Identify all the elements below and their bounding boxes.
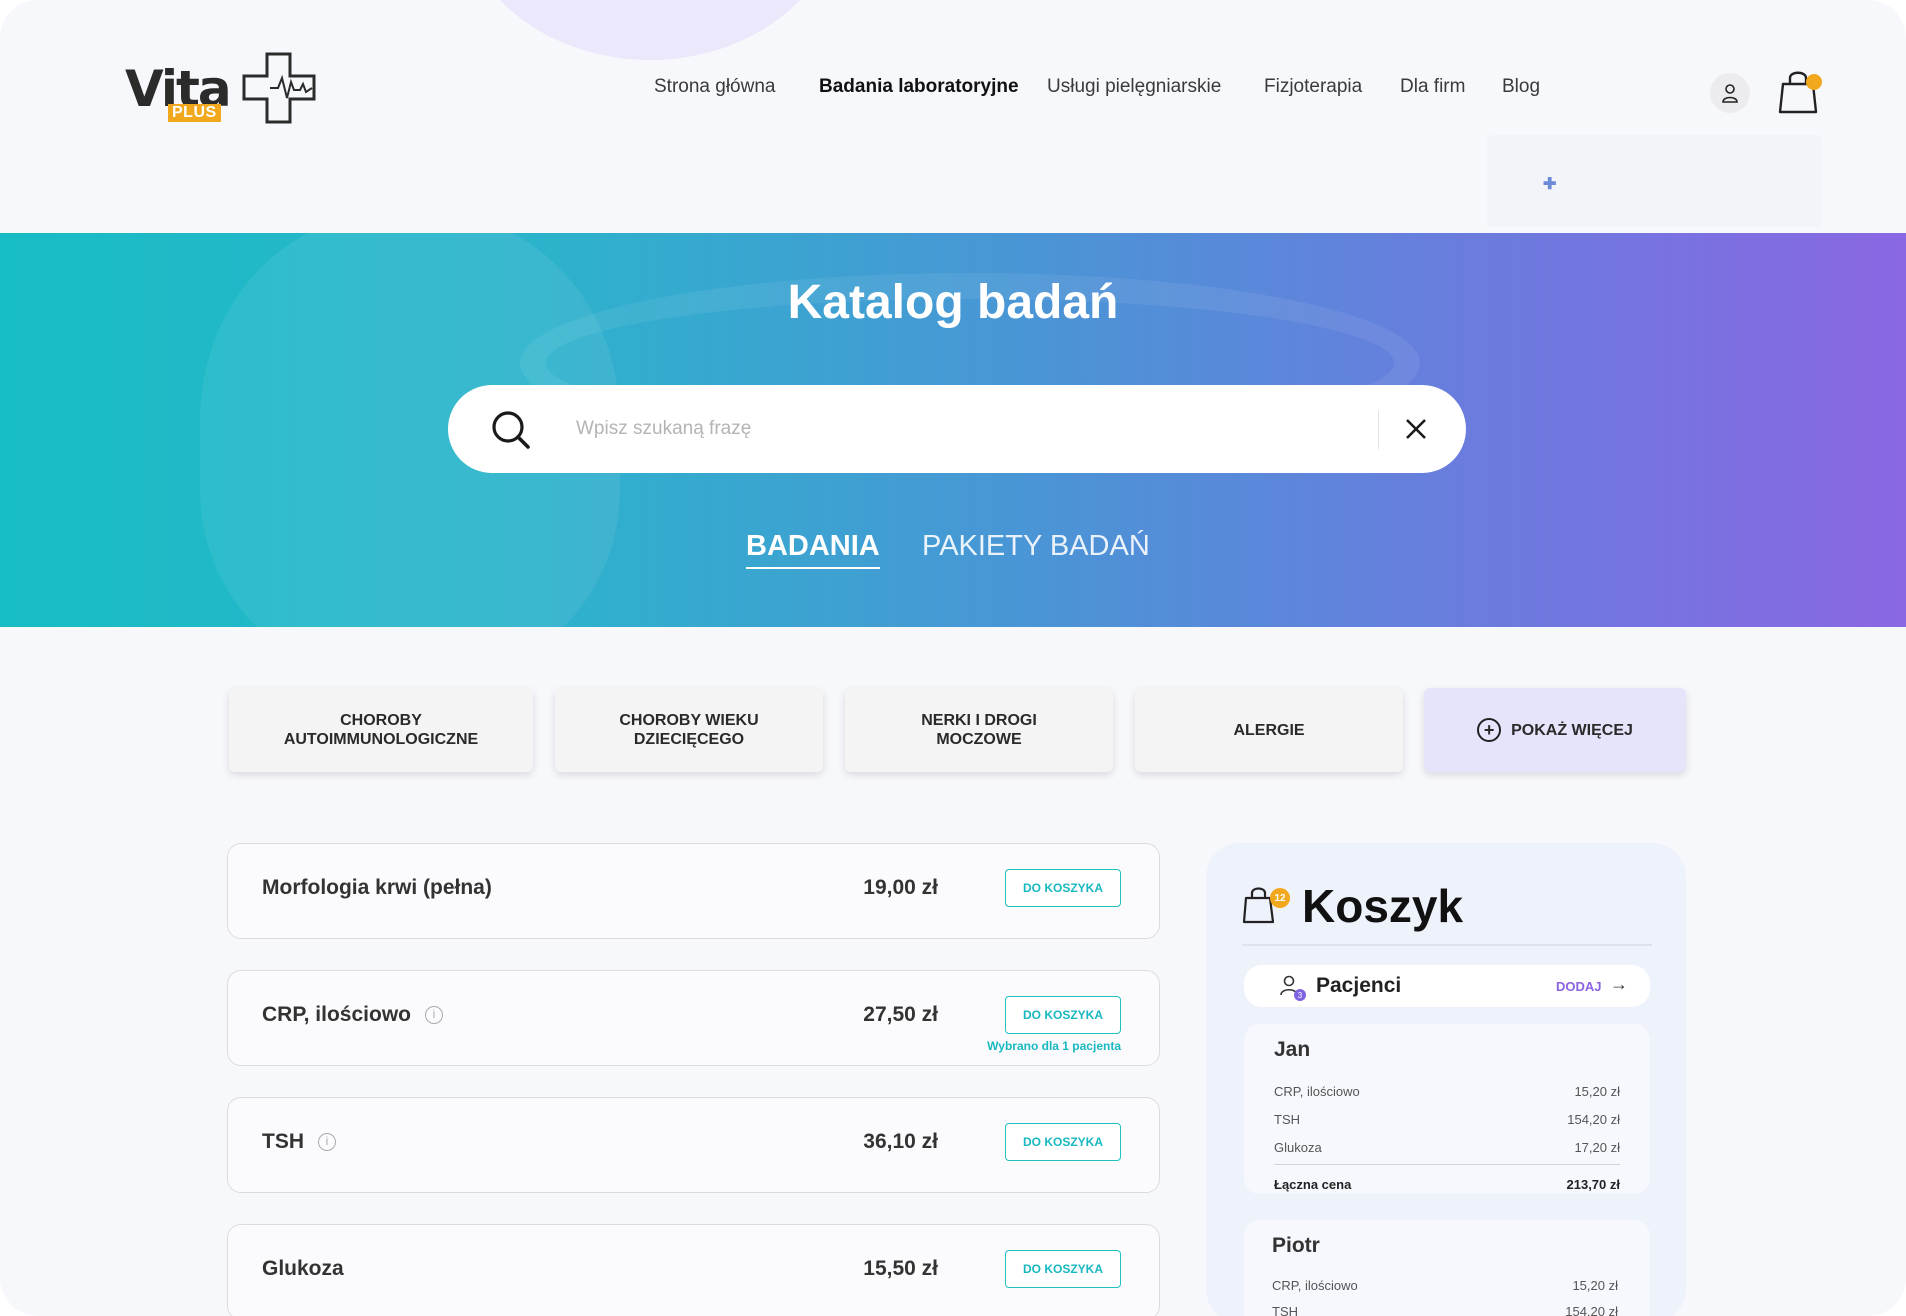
add-to-cart-button[interactable]: DO KOSZYKA [1005,869,1121,907]
cart-line-price: 154,20 zł [1567,1112,1620,1127]
background-blob [455,0,845,60]
category-label: ALERGIE [1233,721,1305,739]
show-more-label: POKAŻ WIĘCEJ [1511,721,1633,739]
category-kidneys[interactable]: NERKI I DROGI MOCZOWE [845,688,1113,772]
test-name[interactable]: Morfologia krwi (pełna) [262,876,492,900]
test-price: 19,00 zł [863,876,938,899]
cart-line-price: 15,20 zł [1574,1084,1620,1099]
patients-bar: 3 Pacjenci DODAJ → [1244,965,1650,1007]
page: Vita PLUS Strona główna Badania laborato… [0,0,1906,1316]
patients-count-badge: 3 [1294,989,1306,1001]
patient-name: Jan [1274,1038,1311,1061]
nav-item-lab-tests[interactable]: Badania laboratoryjne [819,76,1019,98]
cart-line-name: TSH [1274,1112,1300,1127]
nav-item-nursing[interactable]: Usługi pielęgniarskie [1047,76,1221,98]
logo-sub: PLUS [168,104,221,122]
cart-notification-dot [1806,74,1822,90]
main-nav: Strona główna Badania laboratoryjne Usłu… [0,76,1906,100]
test-name[interactable]: TSH i [262,1130,336,1154]
test-price: 27,50 zł [863,1003,938,1026]
empty-panel [1487,135,1822,227]
clear-search-button[interactable] [1398,411,1434,447]
cart-line-name: Glukoza [1274,1140,1322,1155]
patients-label: Pacjenci [1316,974,1402,997]
add-to-cart-button[interactable]: DO KOSZYKA [1005,1250,1121,1288]
category-label: AUTOIMMUNOLOGICZNE [283,731,479,748]
list-item: Glukoza 15,50 zł DO KOSZYKA [227,1224,1160,1316]
category-label: MOCZOWE [936,731,1022,748]
selection-note: Wybrano dla 1 pacjenta [987,1039,1121,1053]
list-item: Morfologia krwi (pełna) 19,00 zł DO KOSZ… [227,843,1160,939]
hero-banner: Katalog badań BADANIA PAKIETY BADAŃ [0,233,1906,627]
test-name-text: TSH [262,1130,304,1153]
show-more-button[interactable]: + POKAŻ WIĘCEJ [1424,688,1686,772]
cart-count-badge: 12 [1270,888,1290,908]
patient-name: Piotr [1272,1234,1320,1257]
test-name-text: CRP, ilościowo [262,1003,411,1026]
tab-test-packages[interactable]: PAKIETY BADAŃ [922,530,1150,563]
cart-line-price: 15,20 zł [1572,1278,1618,1293]
shopping-bag-icon [1242,887,1275,924]
patient-card: Jan CRP, ilościowo 15,20 zł TSH 154,20 zł … [1244,1024,1650,1194]
arrow-right-icon[interactable]: → [1610,974,1628,995]
search-input[interactable] [576,411,1276,447]
cart-line: CRP, ilościowo 15,20 zł [1274,1084,1620,1100]
cart-title: Koszyk [1302,880,1464,932]
list-item: TSH i 36,10 zł DO KOSZYKA [227,1097,1160,1193]
test-price: 15,50 zł [863,1257,938,1280]
category-label: DZIECIĘCEGO [633,731,745,748]
cart-line-price: 17,20 zł [1574,1140,1620,1155]
category-allergies[interactable]: ALERGIE [1135,688,1403,772]
test-price: 36,10 zł [863,1130,938,1153]
cart-line-price: 154,20 zł [1565,1304,1618,1316]
category-label: CHOROBY [340,712,422,729]
nav-item-home[interactable]: Strona główna [654,76,775,98]
cart-line: TSH 154,20 zł [1272,1304,1618,1316]
add-to-cart-button[interactable]: DO KOSZYKA [1005,1123,1121,1161]
search-bar [448,385,1466,473]
category-label: NERKI I DROGI [921,712,1037,729]
nav-item-blog[interactable]: Blog [1502,76,1540,98]
test-name[interactable]: Glukoza [262,1257,344,1281]
add-patient-button[interactable]: DODAJ [1556,979,1602,994]
cart-line-name: CRP, ilościowo [1272,1278,1358,1293]
info-icon[interactable]: i [318,1133,336,1152]
nav-item-physiotherapy[interactable]: Fizjoterapia [1264,76,1362,98]
cart-line: CRP, ilościowo 15,20 zł [1272,1278,1618,1294]
plus-icon: ✚ [1543,176,1557,193]
add-to-cart-button[interactable]: DO KOSZYKA [1005,996,1121,1034]
total-label: Łączna cena [1274,1177,1352,1192]
divider [1274,1164,1620,1165]
user-icon [1722,84,1738,103]
category-label: CHOROBY WIEKU [619,712,759,729]
category-autoimmune[interactable]: CHOROBY AUTOIMMUNOLOGICZNE [229,688,533,772]
search-divider [1378,411,1379,449]
category-childhood[interactable]: CHOROBY WIEKU DZIECIĘCEGO [555,688,823,772]
nav-item-business[interactable]: Dla firm [1400,76,1465,98]
list-item: CRP, ilościowo i 27,50 zł DO KOSZYKA Wybr… [227,970,1160,1066]
cart-line-name: CRP, ilościowo [1274,1084,1360,1099]
cart-line-name: TSH [1272,1304,1298,1316]
divider [1242,944,1652,946]
search-icon[interactable] [490,409,532,451]
patient-card: Piotr CRP, ilościowo 15,20 zł TSH 154,20 z… [1244,1220,1650,1316]
close-icon [1406,419,1426,439]
plus-circle-icon: + [1477,718,1502,742]
total-price: 213,70 zł [1566,1177,1621,1192]
tab-tests[interactable]: BADANIA [746,530,880,569]
cart-panel: 12 Koszyk 3 Pacjenci DODAJ → Jan CRP, il… [1206,843,1686,1316]
title-bold: badań [977,276,1119,329]
title-light: Katalog [787,276,964,329]
cart-line: TSH 154,20 zł [1274,1112,1620,1128]
account-button[interactable] [1710,73,1750,113]
cart-line: Glukoza 17,20 zł [1274,1140,1620,1156]
page-title: Katalog badań [0,275,1906,330]
cart-total-line: Łączna cena 213,70 zł [1274,1177,1620,1193]
info-icon[interactable]: i [424,1006,443,1025]
test-name[interactable]: CRP, ilościowo i [262,1003,443,1027]
